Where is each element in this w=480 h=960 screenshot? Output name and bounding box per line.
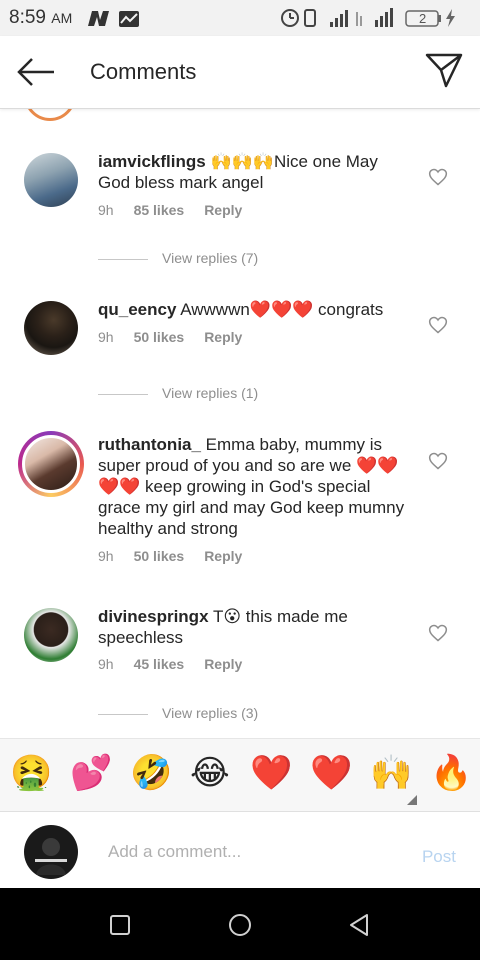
avatar xyxy=(22,435,80,493)
comment-input[interactable]: Add a comment... xyxy=(108,842,241,862)
like-heart-icon[interactable] xyxy=(428,315,448,335)
likes-count[interactable]: 85 likes xyxy=(134,202,185,218)
view-replies-label: View replies (1) xyxy=(162,385,259,401)
emoji-button[interactable]: 💕 xyxy=(70,753,112,793)
likes-count[interactable]: 50 likes xyxy=(134,548,185,564)
avatar[interactable] xyxy=(24,109,76,121)
status-bar: 8:59 AM 2 xyxy=(0,0,480,36)
emoji-button[interactable]: 🤮 xyxy=(10,753,52,793)
page-title: Comments xyxy=(90,59,197,84)
comment-username[interactable]: qu_eency xyxy=(98,300,176,319)
recent-apps-icon[interactable] xyxy=(105,910,135,940)
emoji-quick-bar: 🤮 💕 🤣 😂 ❤️ ❤️ 🙌 🔥 xyxy=(0,738,480,811)
system-status-icons: 2 xyxy=(281,8,455,27)
reply-button[interactable]: Reply xyxy=(204,329,242,345)
likes-count[interactable]: 45 likes xyxy=(134,656,185,672)
view-replies[interactable]: View replies (3) xyxy=(98,705,258,721)
emoji-button[interactable]: 😂 xyxy=(190,753,230,793)
emoji-button[interactable]: 🙌 xyxy=(370,753,412,793)
replies-divider xyxy=(98,258,148,260)
emoji-button[interactable]: 🔥 xyxy=(430,753,472,793)
comment-meta: 9h 85 likes Reply xyxy=(98,202,262,218)
post-button[interactable]: Post xyxy=(422,847,456,867)
current-user-avatar xyxy=(24,825,78,879)
back-icon[interactable] xyxy=(345,910,375,940)
view-replies[interactable]: View replies (7) xyxy=(98,250,258,266)
view-replies[interactable]: View replies (1) xyxy=(98,385,258,401)
avatar[interactable] xyxy=(24,301,78,355)
svg-text:2: 2 xyxy=(419,11,426,26)
emoji-button[interactable]: 🤣 xyxy=(130,753,172,793)
current-user-avatar-image xyxy=(35,838,67,875)
view-replies-label: View replies (7) xyxy=(162,250,259,266)
back-arrow-icon[interactable] xyxy=(14,54,58,90)
status-time: 8:59 AM xyxy=(9,7,73,28)
like-heart-icon[interactable] xyxy=(428,167,448,187)
comment-text: qu_eency Awwwwn❤️❤️❤️ congrats xyxy=(98,299,408,320)
replies-divider xyxy=(98,713,148,715)
comments-header: Comments xyxy=(0,36,480,109)
comment-text: iamvickflings 🙌🙌🙌Nice one May God bless … xyxy=(98,151,408,193)
home-icon[interactable] xyxy=(225,910,255,940)
avatar[interactable] xyxy=(24,608,78,662)
comment-meta: 9h 50 likes Reply xyxy=(98,329,262,345)
direct-message-icon[interactable] xyxy=(424,50,464,90)
comment-meta: 9h 45 likes Reply xyxy=(98,656,262,672)
comment-time: 9h xyxy=(98,202,114,218)
add-comment-bar: Add a comment... Post xyxy=(0,811,480,889)
system-nav-bar xyxy=(0,888,480,960)
comment-text: ruthantonia_ Emma baby, mummy is super p… xyxy=(98,434,408,539)
comment-list[interactable]: iamvickflings 🙌🙌🙌Nice one May God bless … xyxy=(0,109,480,737)
like-heart-icon[interactable] xyxy=(428,623,448,643)
comment-username[interactable]: ruthantonia_ xyxy=(98,435,201,454)
comment-username[interactable]: divinespringx xyxy=(98,607,209,626)
more-variants-corner-icon xyxy=(407,795,417,805)
like-heart-icon[interactable] xyxy=(428,451,448,471)
comment-body: Awwwwn❤️❤️❤️ congrats xyxy=(176,300,384,319)
replies-divider xyxy=(98,393,148,395)
avatar[interactable] xyxy=(24,153,78,207)
view-replies-label: View replies (3) xyxy=(162,705,259,721)
comment-username[interactable]: iamvickflings xyxy=(98,152,206,171)
comment-time: 9h xyxy=(98,656,114,672)
reply-button[interactable]: Reply xyxy=(204,202,242,218)
notification-icons xyxy=(88,11,139,27)
emoji-button[interactable]: ❤️ xyxy=(310,753,352,793)
comment-text: divinespringx T😮 this made me speechless xyxy=(98,606,408,648)
avatar-story-ring[interactable] xyxy=(18,431,84,497)
comment-time: 9h xyxy=(98,329,114,345)
emoji-button[interactable]: ❤️ xyxy=(250,753,292,793)
comment-meta: 9h 50 likes Reply xyxy=(98,548,262,564)
reply-button[interactable]: Reply xyxy=(204,656,242,672)
comment-time: 9h xyxy=(98,548,114,564)
likes-count[interactable]: 50 likes xyxy=(134,329,185,345)
reply-button[interactable]: Reply xyxy=(204,548,242,564)
